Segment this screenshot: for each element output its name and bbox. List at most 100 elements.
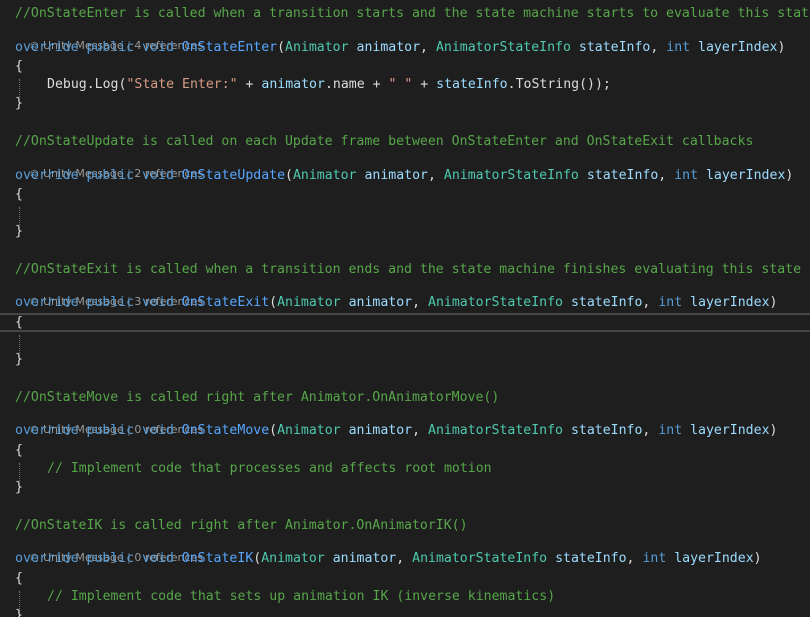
type-name[interactable]: AnimatorStateInfo (428, 423, 563, 438)
punctuation: ()); (579, 77, 611, 92)
punctuation: ) (777, 40, 786, 55)
parameter-name: animator (348, 295, 413, 310)
method-signature[interactable]: override public void OnStateMove(Animato… (15, 421, 777, 440)
keyword: int (666, 40, 691, 55)
keyword: override (15, 551, 79, 566)
string-literal: "State Enter:" (126, 77, 238, 92)
inner-comment: // Implement code that processes and aff… (47, 461, 492, 476)
keyword: void (142, 40, 174, 55)
open-brace: { (15, 187, 23, 202)
keyword: int (658, 295, 683, 310)
punctuation: , (427, 168, 436, 183)
type-name[interactable]: Animator (293, 168, 357, 183)
punctuation: . (507, 77, 516, 92)
comment-line: //OnStateIK is called right after Animat… (15, 518, 468, 533)
parameter-name: stateInfo (570, 423, 643, 438)
method-name[interactable]: OnStateEnter (182, 40, 277, 55)
punctuation: , (412, 423, 421, 438)
type-name[interactable]: Animator (277, 423, 341, 438)
punctuation: , (412, 295, 421, 310)
close-brace: } (15, 224, 23, 239)
punctuation: , (396, 551, 405, 566)
close-brace: } (15, 480, 23, 495)
close-brace: } (15, 608, 23, 617)
inner-comment: // Implement code that sets up animation… (47, 589, 556, 604)
operator: + (364, 77, 389, 92)
close-brace: } (15, 96, 23, 111)
property: name (332, 77, 365, 92)
parameter-name: layerIndex (690, 423, 770, 438)
punctuation: ) (769, 423, 778, 438)
method-name[interactable]: OnStateExit (182, 295, 269, 310)
parameter-name: layerIndex (705, 168, 786, 183)
keyword: public (86, 423, 135, 438)
type-name[interactable]: Animator (277, 295, 341, 310)
identifier: animator (261, 77, 325, 92)
comment-line: //OnStateExit is called when a transitio… (15, 262, 802, 277)
punctuation: ( (269, 295, 278, 310)
keyword: public (86, 295, 135, 310)
method-name[interactable]: OnStateIK (182, 551, 253, 566)
method-signature[interactable]: override public void OnStateEnter(Animat… (15, 38, 785, 57)
parameter-name: stateInfo (570, 295, 643, 310)
parameter-name: animator (364, 168, 428, 183)
open-brace: { (15, 59, 23, 74)
method-name[interactable]: OnStateUpdate (182, 168, 285, 183)
type-name[interactable]: Animator (285, 40, 349, 55)
keyword: public (86, 551, 135, 566)
method-signature[interactable]: override public void OnStateUpdate(Anima… (15, 166, 793, 185)
parameter-name: layerIndex (674, 551, 754, 566)
method-call: ToString (515, 77, 580, 92)
punctuation: . (86, 77, 95, 92)
type-name[interactable]: AnimatorStateInfo (412, 551, 547, 566)
parameter-name: animator (332, 551, 397, 566)
method-name[interactable]: OnStateMove (182, 423, 269, 438)
codelens[interactable]: ⬡ Unity Message | 4 references (16, 25, 203, 52)
parameter-name: layerIndex (690, 295, 770, 310)
parameter-name: stateInfo (578, 40, 651, 55)
punctuation: , (420, 40, 428, 55)
punctuation: , (642, 295, 651, 310)
type-name[interactable]: AnimatorStateInfo (444, 168, 579, 183)
punctuation: , (626, 551, 635, 566)
parameter-name: stateInfo (555, 551, 627, 566)
comment-line: //OnStateEnter is called when a transiti… (15, 6, 810, 21)
current-line-highlight (0, 313, 810, 332)
punctuation: , (642, 423, 651, 438)
close-brace: } (15, 352, 23, 367)
keyword: public (86, 40, 135, 55)
type-name[interactable]: AnimatorStateInfo (428, 295, 563, 310)
keyword: void (142, 423, 174, 438)
method-signature[interactable]: override public void OnStateExit(Animato… (15, 293, 777, 312)
identifier: stateInfo (436, 77, 508, 92)
parameter-name: animator (356, 40, 421, 55)
string-literal: " " (388, 77, 413, 92)
code-statement[interactable]: Debug.Log("State Enter:" + animator.name… (47, 75, 611, 94)
open-brace: { (15, 315, 23, 330)
open-brace: { (15, 571, 23, 586)
parameter-name: stateInfo (586, 168, 659, 183)
keyword: override (15, 168, 79, 183)
keyword: void (142, 168, 174, 183)
punctuation: ) (753, 551, 762, 566)
keyword: void (142, 295, 174, 310)
class-name: Debug (47, 77, 87, 92)
punctuation: ( (285, 168, 293, 183)
comment-line: //OnStateMove is called right after Anim… (15, 390, 500, 405)
parameter-name: animator (348, 423, 413, 438)
keyword: int (658, 423, 683, 438)
operator: + (412, 77, 437, 92)
type-name[interactable]: Animator (261, 551, 325, 566)
keyword: int (674, 168, 699, 183)
keyword: override (15, 40, 79, 55)
keyword: int (642, 551, 667, 566)
codelens[interactable]: ⬡ Unity Message | 2 references (16, 153, 203, 180)
punctuation: . (324, 77, 333, 92)
method-signature[interactable]: override public void OnStateIK(Animator … (15, 549, 762, 568)
comment-line: //OnStateUpdate is called on each Update… (15, 134, 754, 149)
type-name[interactable]: AnimatorStateInfo (436, 40, 571, 55)
parameter-name: layerIndex (698, 40, 778, 55)
code-editor[interactable]: //OnStateEnter is called when a transiti… (0, 0, 810, 617)
keyword: public (86, 168, 135, 183)
punctuation: ( (277, 40, 286, 55)
